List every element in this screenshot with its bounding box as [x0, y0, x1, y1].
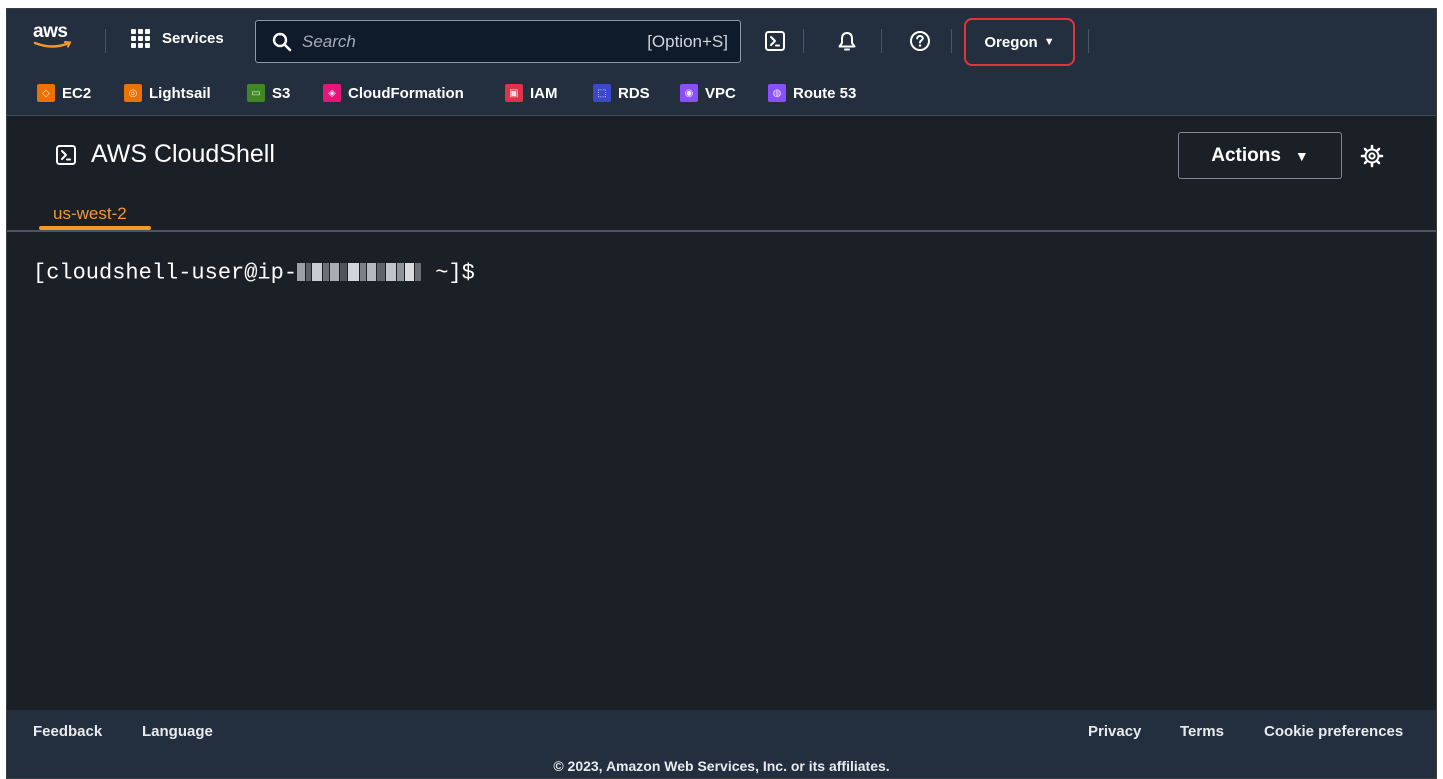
favorite-label: EC2: [62, 84, 92, 102]
chevron-down-icon: ▼: [1043, 36, 1055, 48]
copyright-text: © 2023, Amazon Web Services, Inc. or its…: [553, 758, 890, 774]
cookie-preferences-link[interactable]: Cookie preferences: [1264, 723, 1403, 740]
actions-dropdown-button[interactable]: Actions ▼: [1178, 132, 1342, 179]
terms-link[interactable]: Terms: [1180, 723, 1224, 740]
favorite-label: VPC: [705, 84, 736, 102]
page-title-text: AWS CloudShell: [91, 140, 275, 168]
aws-logo[interactable]: aws: [33, 21, 79, 53]
favorite-iam[interactable]: ▣ IAM: [505, 84, 558, 102]
bell-icon: [838, 32, 856, 51]
favorite-vpc[interactable]: ◉ VPC: [680, 84, 736, 102]
region-label: Oregon: [984, 33, 1038, 51]
nav-divider: [951, 29, 952, 53]
cloudshell-header: AWS CloudShell Actions ▼ us-west-2: [7, 116, 1436, 232]
services-menu-button[interactable]: Services: [131, 29, 224, 48]
region-selector[interactable]: Oregon ▼: [964, 18, 1075, 66]
top-navigation: aws Services [Option+S]: [7, 9, 1436, 69]
chevron-down-icon: ▼: [1294, 147, 1309, 164]
search-input[interactable]: [302, 31, 602, 52]
prompt-suffix: ~]$: [422, 260, 475, 286]
grid-icon: [131, 29, 150, 48]
favorite-rds[interactable]: ⬚ RDS: [593, 84, 650, 102]
favorite-ec2[interactable]: ◇ EC2: [37, 84, 91, 102]
iam-icon: ▣: [505, 84, 523, 102]
page-title: AWS CloudShell: [55, 140, 275, 169]
favorites-bar: ◇ EC2 ◎ Lightsail ▭ S3 ◈ CloudFormation …: [7, 69, 1436, 116]
settings-button[interactable]: [1360, 144, 1384, 173]
favorite-label: IAM: [530, 84, 558, 102]
privacy-link[interactable]: Privacy: [1088, 723, 1141, 740]
favorite-lightsail[interactable]: ◎ Lightsail: [124, 84, 211, 102]
lightsail-icon: ◎: [124, 84, 142, 102]
favorite-label: S3: [272, 84, 291, 102]
terminal-icon: [765, 31, 785, 51]
cloudformation-icon: ◈: [323, 84, 341, 102]
favorite-route53[interactable]: ◍ Route 53: [768, 84, 856, 102]
aws-logo-text: aws: [33, 21, 68, 42]
feedback-link[interactable]: Feedback: [33, 723, 102, 740]
help-icon: [910, 31, 930, 51]
terminal-area[interactable]: [cloudshell-user@ip- ~]$: [7, 232, 1436, 710]
language-link[interactable]: Language: [142, 723, 213, 740]
gear-icon: [1360, 144, 1384, 168]
favorite-label: Lightsail: [149, 84, 211, 102]
terminal-icon: [56, 144, 76, 165]
nav-divider: [881, 29, 882, 53]
services-label: Services: [162, 30, 224, 47]
favorite-label: RDS: [618, 84, 650, 102]
search-icon: [272, 32, 292, 51]
favorite-cloudformation[interactable]: ◈ CloudFormation: [323, 84, 464, 102]
notifications-button[interactable]: [835, 29, 859, 53]
favorite-label: CloudFormation: [348, 84, 464, 102]
prompt-prefix: [cloudshell-user@ip-: [33, 260, 298, 286]
favorite-label: Route 53: [793, 84, 857, 102]
actions-label: Actions: [1211, 144, 1281, 166]
nav-divider: [105, 29, 106, 53]
browser-frame: aws Services [Option+S]: [6, 8, 1437, 779]
s3-icon: ▭: [247, 84, 265, 102]
nav-divider: [1088, 29, 1089, 53]
nav-divider: [803, 29, 804, 53]
route53-icon: ◍: [768, 84, 786, 102]
search-box[interactable]: [Option+S]: [255, 20, 741, 63]
ec2-icon: ◇: [37, 84, 55, 102]
search-shortcut-hint: [Option+S]: [647, 31, 728, 51]
favorite-s3[interactable]: ▭ S3: [247, 84, 290, 102]
footer: Feedback Language Privacy Terms Cookie p…: [7, 710, 1436, 778]
shell-prompt: [cloudshell-user@ip- ~]$: [33, 260, 475, 285]
redacted-ip: [297, 260, 422, 285]
cloudshell-nav-button[interactable]: [763, 29, 787, 53]
aws-smile-icon: [33, 41, 72, 48]
help-button[interactable]: [908, 29, 932, 53]
rds-icon: ⬚: [593, 84, 611, 102]
vpc-icon: ◉: [680, 84, 698, 102]
